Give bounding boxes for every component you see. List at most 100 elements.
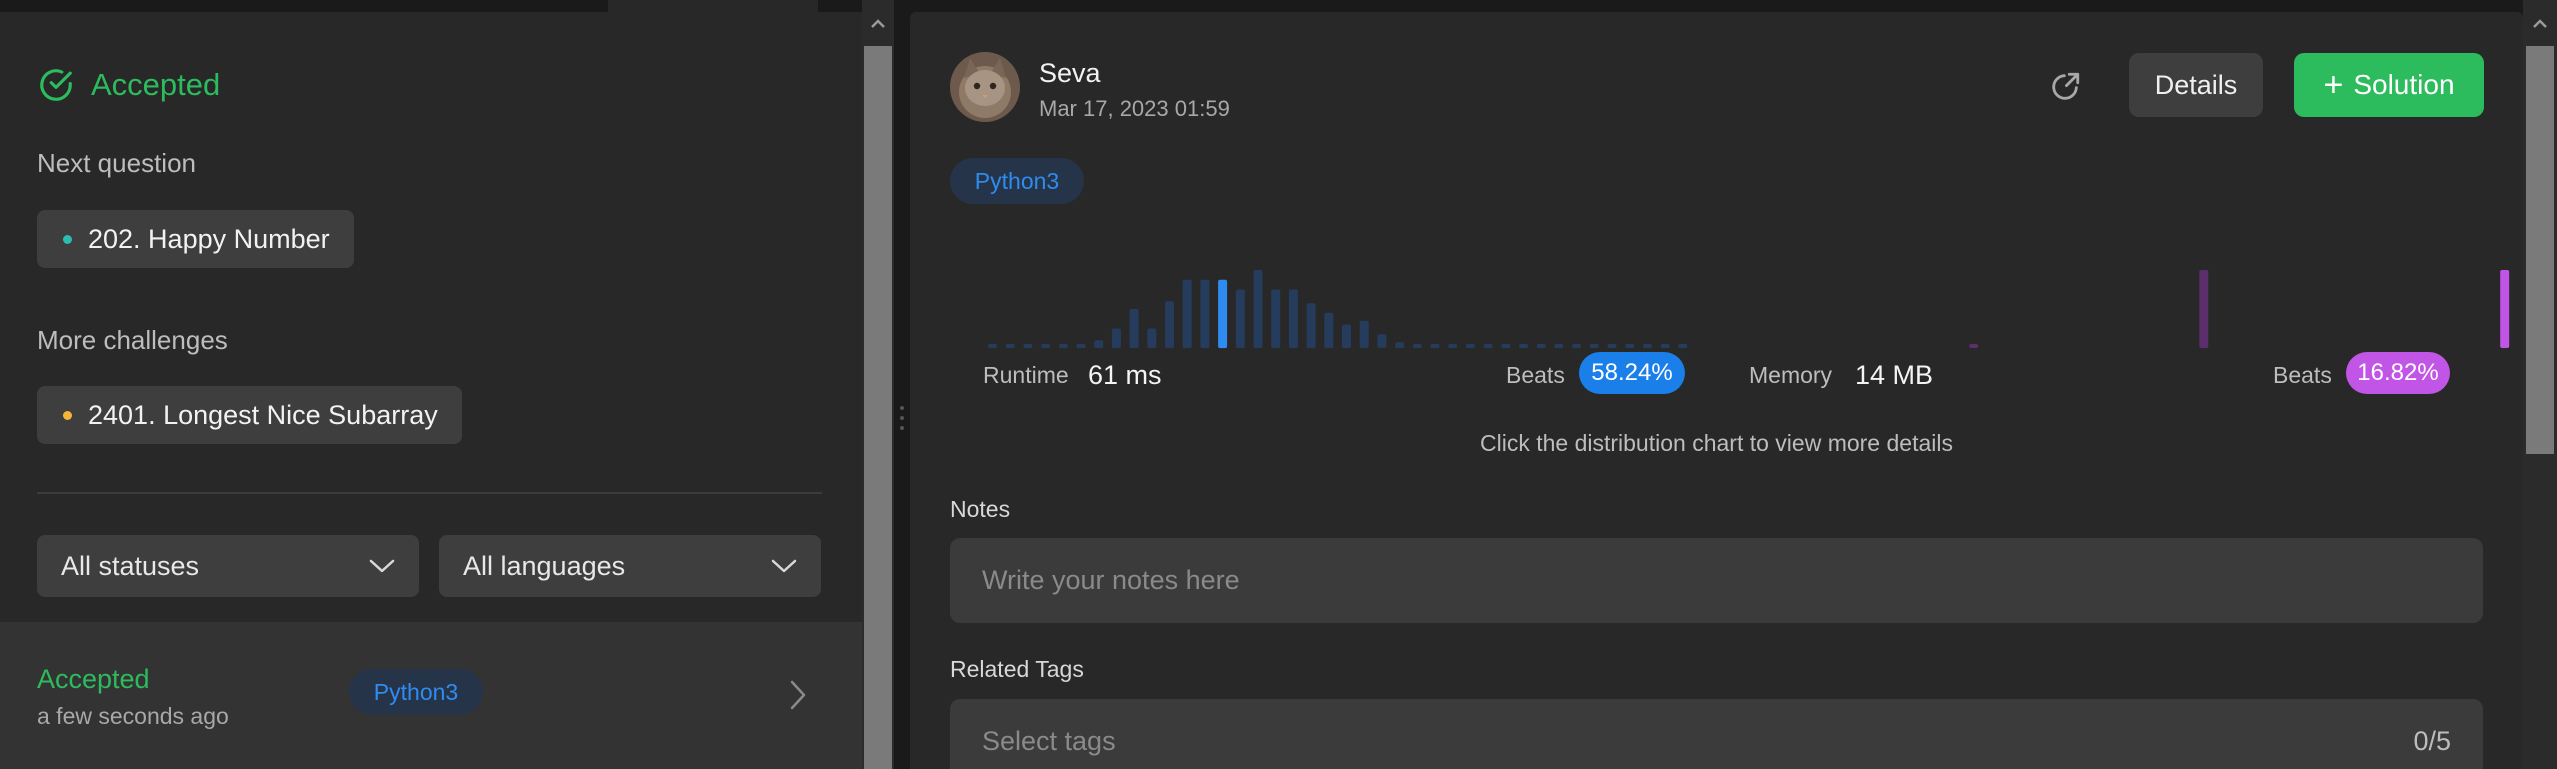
runtime-bar[interactable] <box>1501 344 1511 348</box>
chevron-down-icon <box>771 559 797 573</box>
chart-hint: Click the distribution chart to view mor… <box>1480 430 1953 456</box>
runtime-bar[interactable] <box>1271 289 1281 349</box>
submission-detail-panel: Seva Mar 17, 2023 01:59 Details + Soluti… <box>910 12 2523 769</box>
language-filter-select[interactable]: All languages <box>439 535 821 597</box>
runtime-bar[interactable] <box>1111 328 1121 349</box>
status-filter-select[interactable]: All statuses <box>37 535 419 597</box>
share-button[interactable] <box>2043 65 2087 109</box>
status-filter-value: All statuses <box>61 550 200 581</box>
details-button[interactable]: Details <box>2129 53 2263 117</box>
next-question-label: Next question <box>37 148 196 178</box>
runtime-bar[interactable] <box>1536 344 1546 348</box>
memory-label: Memory <box>1749 362 1833 388</box>
panel-resize-gutter[interactable] <box>894 0 910 769</box>
next-question-chip[interactable]: 202. Happy Number <box>37 210 354 268</box>
runtime-bar[interactable] <box>1660 344 1670 348</box>
runtime-beats-label: Beats <box>1506 362 1565 388</box>
left-tab-bar <box>0 0 862 12</box>
username[interactable]: Seva <box>1039 58 1101 89</box>
drag-handle-icon[interactable] <box>900 406 904 436</box>
runtime-bar[interactable] <box>1235 289 1245 349</box>
runtime-bar[interactable] <box>1306 303 1316 348</box>
left-scrollbar[interactable] <box>862 0 894 769</box>
check-circle-icon <box>40 69 72 101</box>
scroll-up-arrow-icon[interactable] <box>870 16 886 32</box>
right-scrollbar[interactable] <box>2523 0 2557 769</box>
submission-status: Accepted <box>37 664 150 694</box>
runtime-bar[interactable] <box>1554 344 1564 348</box>
tags-select[interactable]: Select tags 0/5 <box>950 699 2483 769</box>
language-filter-value: All languages <box>463 550 626 581</box>
runtime-bar[interactable] <box>1182 279 1192 349</box>
runtime-value: 61 ms <box>1088 360 1162 390</box>
share-icon <box>2052 72 2080 100</box>
submission-language-badge: Python3 <box>349 669 483 715</box>
runtime-beats-badge: 58.24% <box>1579 352 1685 394</box>
dot-icon <box>63 410 72 420</box>
runtime-bar[interactable] <box>1129 309 1139 348</box>
runtime-bar[interactable] <box>1253 270 1263 348</box>
runtime-bar[interactable] <box>1589 344 1599 348</box>
memory-bar[interactable] <box>2199 270 2209 348</box>
runtime-bar[interactable] <box>1076 344 1086 348</box>
runtime-bar[interactable] <box>1607 344 1617 348</box>
runtime-bar[interactable] <box>1395 342 1405 348</box>
runtime-bar[interactable] <box>1005 344 1015 348</box>
memory-bar[interactable] <box>1969 344 1979 348</box>
memory-beats-label: Beats <box>2273 362 2332 388</box>
runtime-bar[interactable] <box>1465 344 1475 348</box>
chevron-right-icon <box>790 680 806 710</box>
plus-icon: + <box>2323 66 2344 104</box>
notes-placeholder: Write your notes here <box>982 565 1240 595</box>
scroll-up-arrow-icon[interactable] <box>2532 16 2548 32</box>
memory-value: 14 MB <box>1855 360 1934 390</box>
submission-row[interactable]: Accepted a few seconds ago Python3 <box>0 622 862 769</box>
runtime-bar[interactable] <box>1058 344 1068 348</box>
runtime-bar[interactable] <box>1218 279 1228 349</box>
runtime-bar[interactable] <box>1165 301 1174 348</box>
more-challenge-title: 2401. Longest Nice Subarray <box>88 399 438 430</box>
runtime-bar[interactable] <box>1023 344 1033 348</box>
notes-label: Notes <box>950 496 1011 522</box>
solution-button-label: Solution <box>2353 69 2455 100</box>
avatar[interactable] <box>950 52 1020 122</box>
right-scrollbar-thumb[interactable] <box>2526 46 2554 454</box>
runtime-bar[interactable] <box>1678 344 1688 348</box>
runtime-bar[interactable] <box>1572 344 1582 348</box>
runtime-bar[interactable] <box>1412 344 1422 348</box>
dot-icon <box>63 234 72 244</box>
runtime-bar[interactable] <box>1483 344 1493 348</box>
distribution-chart[interactable] <box>910 232 2523 362</box>
runtime-bar[interactable] <box>1642 344 1652 348</box>
accepted-header: Accepted <box>37 66 220 104</box>
runtime-bar[interactable] <box>1324 312 1334 348</box>
language-badge: Python3 <box>950 158 1084 204</box>
divider <box>37 492 822 494</box>
left-scrollbar-thumb[interactable] <box>864 46 892 769</box>
runtime-bar[interactable] <box>1430 344 1440 348</box>
runtime-label: Runtime <box>983 362 1069 388</box>
runtime-bar[interactable] <box>1147 328 1157 349</box>
accepted-title: Accepted <box>91 67 221 102</box>
runtime-bar[interactable] <box>1519 344 1528 348</box>
more-challenge-chip[interactable]: 2401. Longest Nice Subarray <box>37 386 462 444</box>
runtime-bar[interactable] <box>1094 340 1104 348</box>
memory-bar[interactable] <box>2500 270 2510 348</box>
runtime-bar[interactable] <box>1377 334 1387 348</box>
runtime-bar[interactable] <box>1448 344 1458 348</box>
runtime-bar[interactable] <box>1200 279 1210 349</box>
next-question-title: 202. Happy Number <box>88 223 330 254</box>
memory-beats-badge: 16.82% <box>2346 352 2450 394</box>
left-panel: Accepted Next question 202. Happy Number… <box>0 0 862 769</box>
runtime-bar[interactable] <box>1359 320 1369 348</box>
runtime-bar[interactable] <box>1288 289 1298 349</box>
related-tags-label: Related Tags <box>950 656 1084 682</box>
submission-date: Mar 17, 2023 01:59 <box>1039 96 1230 121</box>
active-tab-stub[interactable] <box>608 0 818 12</box>
runtime-bar[interactable] <box>988 344 997 348</box>
runtime-bar[interactable] <box>1041 344 1051 348</box>
notes-input[interactable]: Write your notes here <box>950 538 2483 623</box>
runtime-bar[interactable] <box>1625 344 1635 348</box>
solution-button[interactable]: + Solution <box>2294 53 2484 117</box>
runtime-bar[interactable] <box>1342 324 1351 348</box>
